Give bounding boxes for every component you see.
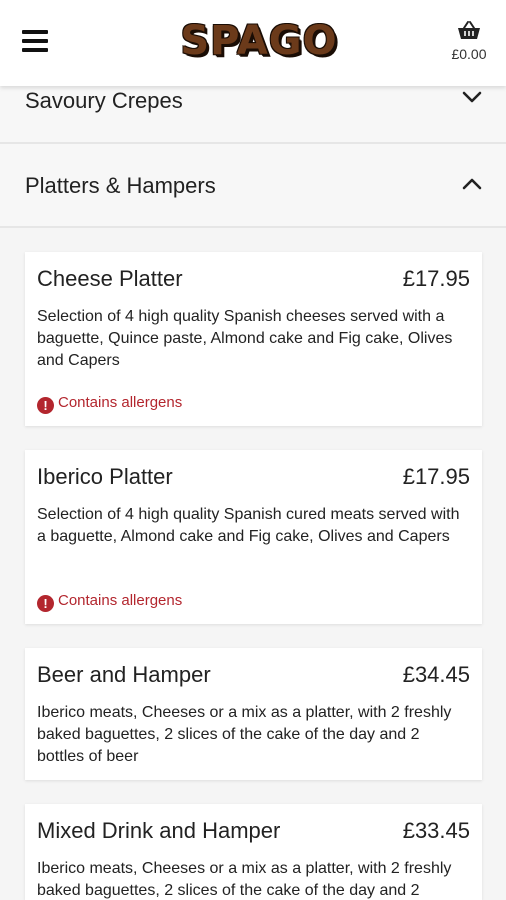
chevron-down-icon	[462, 91, 482, 103]
chevron-up-icon	[462, 178, 482, 190]
section-platters-hampers[interactable]: Platters & Hampers	[0, 144, 506, 228]
app-header: SPAGO £0.00	[0, 0, 506, 86]
product-price: £33.45	[402, 818, 470, 843]
product-price: £34.45	[402, 662, 470, 687]
product-name: Mixed Drink and Hamper	[37, 818, 281, 843]
product-price: £17.95	[402, 266, 470, 291]
cart-button[interactable]: £0.00	[440, 20, 498, 70]
brand-logo[interactable]: SPAGO	[178, 18, 340, 64]
product-name: Cheese Platter	[37, 266, 183, 291]
cart-total: £0.00	[451, 46, 487, 62]
product-name: Beer and Hamper	[37, 662, 211, 687]
section-label: Savoury Crepes	[25, 88, 183, 113]
basket-icon	[458, 21, 480, 39]
product-card[interactable]: Beer and Hamper £34.45 Iberico meats, Ch…	[25, 648, 482, 780]
product-card[interactable]: Cheese Platter £17.95 Selection of 4 hig…	[25, 252, 482, 426]
product-price: £17.95	[402, 464, 470, 489]
hamburger-menu-icon[interactable]	[22, 28, 48, 54]
allergen-label: Contains allergens	[58, 394, 183, 411]
product-description: Iberico meats, Cheeses or a mix as a pla…	[37, 704, 452, 765]
product-description: Selection of 4 high quality Spanish cure…	[37, 506, 460, 545]
product-name: Iberico Platter	[37, 464, 173, 489]
product-card[interactable]: Mixed Drink and Hamper £33.45 Iberico me…	[25, 804, 482, 900]
product-card[interactable]: Iberico Platter £17.95 Selection of 4 hi…	[25, 450, 482, 624]
product-description: Selection of 4 high quality Spanish chee…	[37, 308, 453, 369]
allergen-warning[interactable]: ! Contains allergens	[37, 394, 182, 414]
allergen-label: Contains allergens	[58, 592, 183, 609]
alert-icon: !	[37, 397, 54, 414]
allergen-warning[interactable]: ! Contains allergens	[37, 592, 182, 612]
alert-icon: !	[37, 595, 54, 612]
section-label: Platters & Hampers	[25, 173, 216, 198]
product-description: Iberico meats, Cheeses or a mix as a pla…	[37, 860, 452, 899]
